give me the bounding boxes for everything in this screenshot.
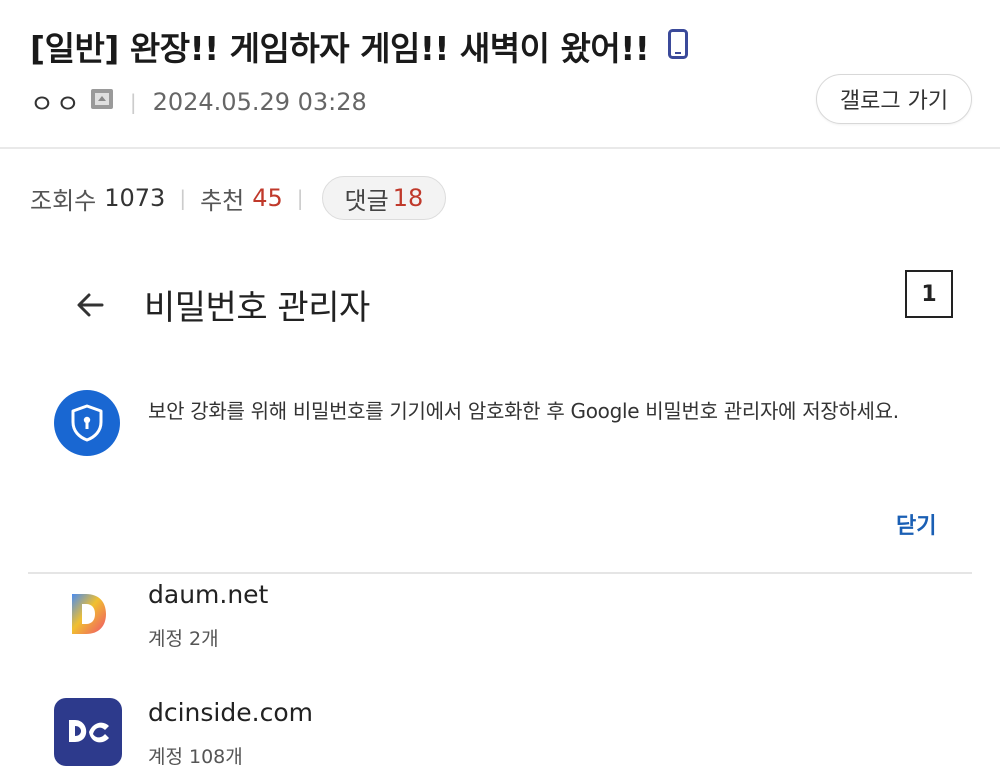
shield-lock-icon: [54, 390, 120, 456]
gallog-button[interactable]: 갤로그 가기: [816, 74, 972, 124]
dcinside-logo-icon: [54, 698, 122, 766]
comments-count: 18: [392, 184, 424, 212]
views-count: 1073: [104, 184, 166, 212]
security-notice: 보안 강화를 위해 비밀번호를 기기에서 암호화한 후 Google 비밀번호 …: [148, 399, 899, 423]
gallog-icon[interactable]: [90, 88, 114, 116]
views-label: 조회수: [30, 186, 97, 215]
recommend-count: 45: [252, 184, 283, 212]
comments-button[interactable]: 댓글 18: [321, 176, 447, 220]
post-datetime: 2024.05.29 03:28: [152, 88, 367, 116]
password-manager-title: 비밀번호 관리자: [144, 288, 370, 328]
header-divider: [0, 147, 1000, 149]
close-button[interactable]: 닫기: [896, 508, 936, 540]
post-title-text: [일반] 완장!! 게임하자 게임!! 새벽이 왔어!!: [30, 29, 650, 68]
section-divider: [28, 572, 972, 574]
site-item-daum[interactable]: daum.net 계정 2개: [54, 580, 954, 660]
recommend-label: 추천: [200, 186, 245, 215]
post-stats: 조회수 1073 | 추천 45 | 댓글 18: [30, 176, 447, 220]
account-count: 계정 108개: [148, 746, 243, 768]
site-name: dcinside.com: [148, 698, 313, 727]
post-title: [일반] 완장!! 게임하자 게임!! 새벽이 왔어!!: [30, 22, 689, 70]
daum-logo-icon: [54, 580, 122, 648]
account-count: 계정 2개: [148, 628, 219, 650]
post-meta: ㅇㅇ | 2024.05.29 03:28: [30, 84, 367, 121]
meta-divider: |: [129, 90, 137, 114]
mobile-phone-icon: [668, 28, 689, 67]
back-arrow-icon[interactable]: [70, 285, 110, 325]
site-item-dcinside[interactable]: dcinside.com 계정 108개: [54, 698, 954, 778]
password-manager-header: 비밀번호 관리자: [70, 280, 370, 329]
stats-divider: |: [179, 186, 187, 210]
comments-label: 댓글: [344, 186, 389, 215]
stats-divider: |: [296, 186, 304, 210]
marker-number: 1: [905, 270, 953, 318]
author-nickname[interactable]: ㅇㅇ: [30, 84, 82, 121]
site-name: daum.net: [148, 580, 269, 609]
